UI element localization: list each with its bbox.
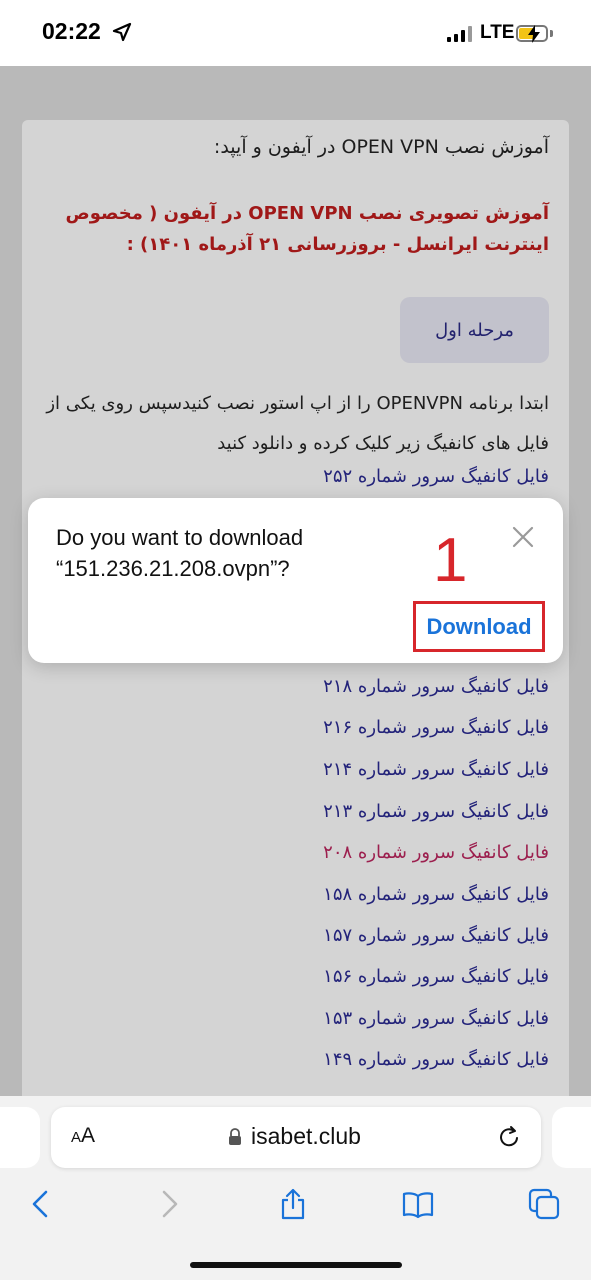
intro-text: آموزش نصب OPEN VPN در آیفون و آیپد: — [213, 136, 549, 158]
reader-settings-button[interactable]: AA — [71, 1124, 95, 1148]
dialog-filename: “151.236.21.208.ovpn”? — [56, 556, 290, 581]
config-link[interactable]: فایل کانفیگ سرور شماره ۱۵۸ — [323, 884, 549, 905]
download-button[interactable]: Download — [413, 601, 545, 652]
config-link[interactable]: فایل کانفیگ سرور شماره ۲۱۶ — [323, 717, 549, 738]
previous-tab-preview[interactable] — [0, 1107, 40, 1168]
tabs-icon[interactable] — [528, 1188, 560, 1220]
red-heading: آموزش تصویری نصب OPEN VPN در آیفون ( مخص… — [65, 203, 549, 255]
battery-cap — [550, 30, 553, 37]
config-link[interactable]: فایل کانفیگ سرور شماره ۱۵۳ — [323, 1008, 549, 1029]
lock-icon — [229, 1128, 241, 1145]
back-icon[interactable] — [26, 1188, 58, 1220]
home-indicator — [190, 1262, 402, 1268]
bookmarks-icon[interactable] — [402, 1188, 434, 1220]
config-link[interactable]: فایل کانفیگ سرور شماره ۲۱۴ — [323, 759, 549, 780]
aa-small: A — [71, 1129, 82, 1146]
reload-icon[interactable] — [498, 1124, 522, 1150]
config-link[interactable]: فایل کانفیگ سرور شماره ۲۱۳ — [323, 801, 549, 822]
location-arrow-icon — [112, 22, 132, 42]
forward-icon[interactable] — [152, 1188, 184, 1220]
config-link[interactable]: فایل کانفیگ سرور شماره ۱۵۷ — [323, 925, 549, 946]
config-link[interactable]: فایل کانفیگ سرور شماره ۲۵۲ — [323, 466, 549, 487]
instruction-paragraph: ابتدا برنامه OPENVPN را از اپ استور نصب … — [46, 393, 549, 454]
address-bar[interactable]: AA isabet.club — [51, 1107, 541, 1168]
status-time: 02:22 — [42, 18, 101, 44]
close-icon[interactable] — [510, 524, 536, 550]
dialog-message: Do you want to download “151.236.21.208.… — [56, 522, 476, 584]
aa-big: A — [81, 1124, 96, 1147]
next-tab-preview[interactable] — [552, 1107, 591, 1168]
network-type: LTE — [480, 22, 515, 43]
signal-icon — [447, 26, 472, 42]
download-dialog: Do you want to download “151.236.21.208.… — [28, 498, 563, 663]
url-text: isabet.club — [251, 1123, 361, 1149]
dialog-message-line1: Do you want to download — [56, 525, 304, 550]
annotation-number: 1 — [433, 526, 468, 595]
share-icon[interactable] — [277, 1188, 309, 1220]
config-link[interactable]: فایل کانفیگ سرور شماره ۲۱۸ — [323, 676, 549, 697]
config-link[interactable]: فایل کانفیگ سرور شماره ۱۵۶ — [323, 966, 549, 987]
status-bar: 02:22 LTE — [0, 0, 591, 66]
stage-one-button[interactable]: مرحله اول — [400, 297, 549, 363]
config-link-visited[interactable]: فایل کانفیگ سرور شماره ۲۰۸ — [323, 842, 549, 863]
battery-charging-icon — [516, 25, 548, 43]
config-link[interactable]: فایل کانفیگ سرور شماره ۱۴۹ — [323, 1049, 549, 1070]
